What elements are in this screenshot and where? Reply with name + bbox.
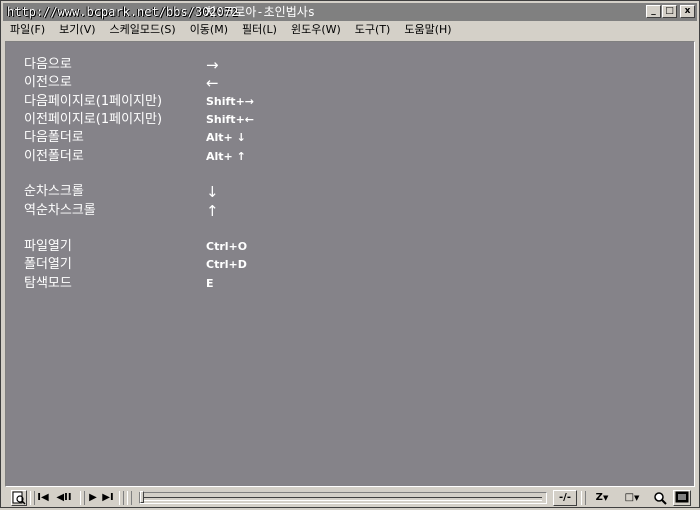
menu-help[interactable]: 도움말(H) [397, 21, 458, 39]
shortcut-key: E [206, 277, 214, 290]
menu-move[interactable]: 이동(M) [183, 21, 235, 39]
shortcut-label: 다음폴더로 [24, 130, 84, 145]
shortcut-label: 이전폴더로 [24, 149, 84, 164]
shortcut-key: Shift+← [206, 113, 255, 126]
bottom-toolbar: I◀ ◀II ▶ ▶I -/- Z▼ □▼ [3, 489, 699, 507]
shortcut-key: ← [206, 74, 219, 92]
shortcut-key: Alt+ ↑ [206, 150, 246, 163]
menu-scale-mode[interactable]: 스케일모드(S) [103, 21, 183, 39]
window-controls: _ □ x [645, 5, 695, 18]
shortcut-key: Ctrl+O [206, 240, 248, 253]
zoom-mode-dropdown[interactable]: Z▼ [589, 490, 615, 506]
search-button[interactable] [651, 490, 669, 506]
title-url: http://www.bcpark.net/bbs/302072 [7, 5, 239, 19]
minimize-button[interactable]: _ [646, 5, 661, 18]
shortcut-label: 순차스크롤 [24, 184, 84, 199]
shortcut-key: → [206, 56, 219, 74]
page-icon: □ [624, 492, 635, 503]
chevron-down-icon: ▼ [634, 494, 640, 502]
magnifier-page-icon [12, 491, 26, 505]
page-mode-dropdown[interactable]: □▼ [619, 490, 645, 506]
title-text: 치:크로아-초인법사s [205, 5, 315, 19]
shortcut-label: 파일열기 [24, 239, 72, 254]
last-page-button[interactable]: ▶I [101, 490, 115, 506]
fullscreen-button[interactable] [673, 490, 691, 506]
menu-window[interactable]: 윈도우(W) [284, 21, 348, 39]
shortcut-label: 역순차스크롤 [24, 203, 96, 218]
menu-filter[interactable]: 필터(L) [235, 21, 284, 39]
shortcut-key: Shift+→ [206, 95, 255, 108]
shortcut-label: 다음페이지로(1페이지만) [24, 94, 163, 109]
shortcut-key: Ctrl+D [206, 258, 247, 271]
toolbar-grip [119, 491, 124, 505]
first-page-button[interactable]: I◀ [35, 490, 51, 506]
zoom-icon: Z [595, 492, 603, 503]
toolbar-grip [127, 491, 132, 505]
menu-view[interactable]: 보기(V) [52, 21, 102, 39]
shortcut-label: 이전페이지로(1페이지만) [24, 112, 163, 127]
page-slider[interactable] [139, 491, 547, 504]
toolbar-grip [581, 491, 586, 505]
screen-icon [675, 491, 689, 503]
shortcut-label: 다음으로 [24, 57, 72, 72]
menu-tools[interactable]: 도구(T) [348, 21, 398, 39]
page-ratio-button[interactable]: -/- [553, 490, 577, 506]
chevron-down-icon: ▼ [602, 494, 609, 502]
next-page-button[interactable]: ▶ [85, 490, 101, 506]
close-button[interactable]: x [680, 5, 695, 18]
shortcut-label: 이전으로 [24, 75, 72, 90]
viewer-content[interactable]: 다음으로 → 이전으로 ← 다음페이지로(1페이지만) Shift+→ 이전페이… [5, 41, 695, 487]
menu-bar: 파일(F) 보기(V) 스케일모드(S) 이동(M) 필터(L) 윈도우(W) … [3, 21, 697, 39]
shortcut-label: 폴더열기 [24, 257, 72, 272]
maximize-button[interactable]: □ [662, 5, 677, 18]
slider-track [144, 497, 542, 501]
app-window: http://www.bcpark.net/bbs/302072 치:크로아-초… [0, 0, 700, 508]
shortcut-label: 탐색모드 [24, 276, 72, 291]
prev-page-button[interactable]: ◀II [51, 490, 77, 506]
open-icon[interactable] [11, 490, 27, 506]
slider-thumb[interactable] [140, 491, 144, 503]
title-bar[interactable]: http://www.bcpark.net/bbs/302072 치:크로아-초… [3, 3, 697, 21]
menu-file[interactable]: 파일(F) [3, 21, 52, 39]
shortcut-key: ↑ [206, 202, 219, 220]
shortcut-key: Alt+ ↓ [206, 131, 246, 144]
shortcut-key: ↓ [206, 183, 219, 201]
search-icon [654, 492, 667, 505]
